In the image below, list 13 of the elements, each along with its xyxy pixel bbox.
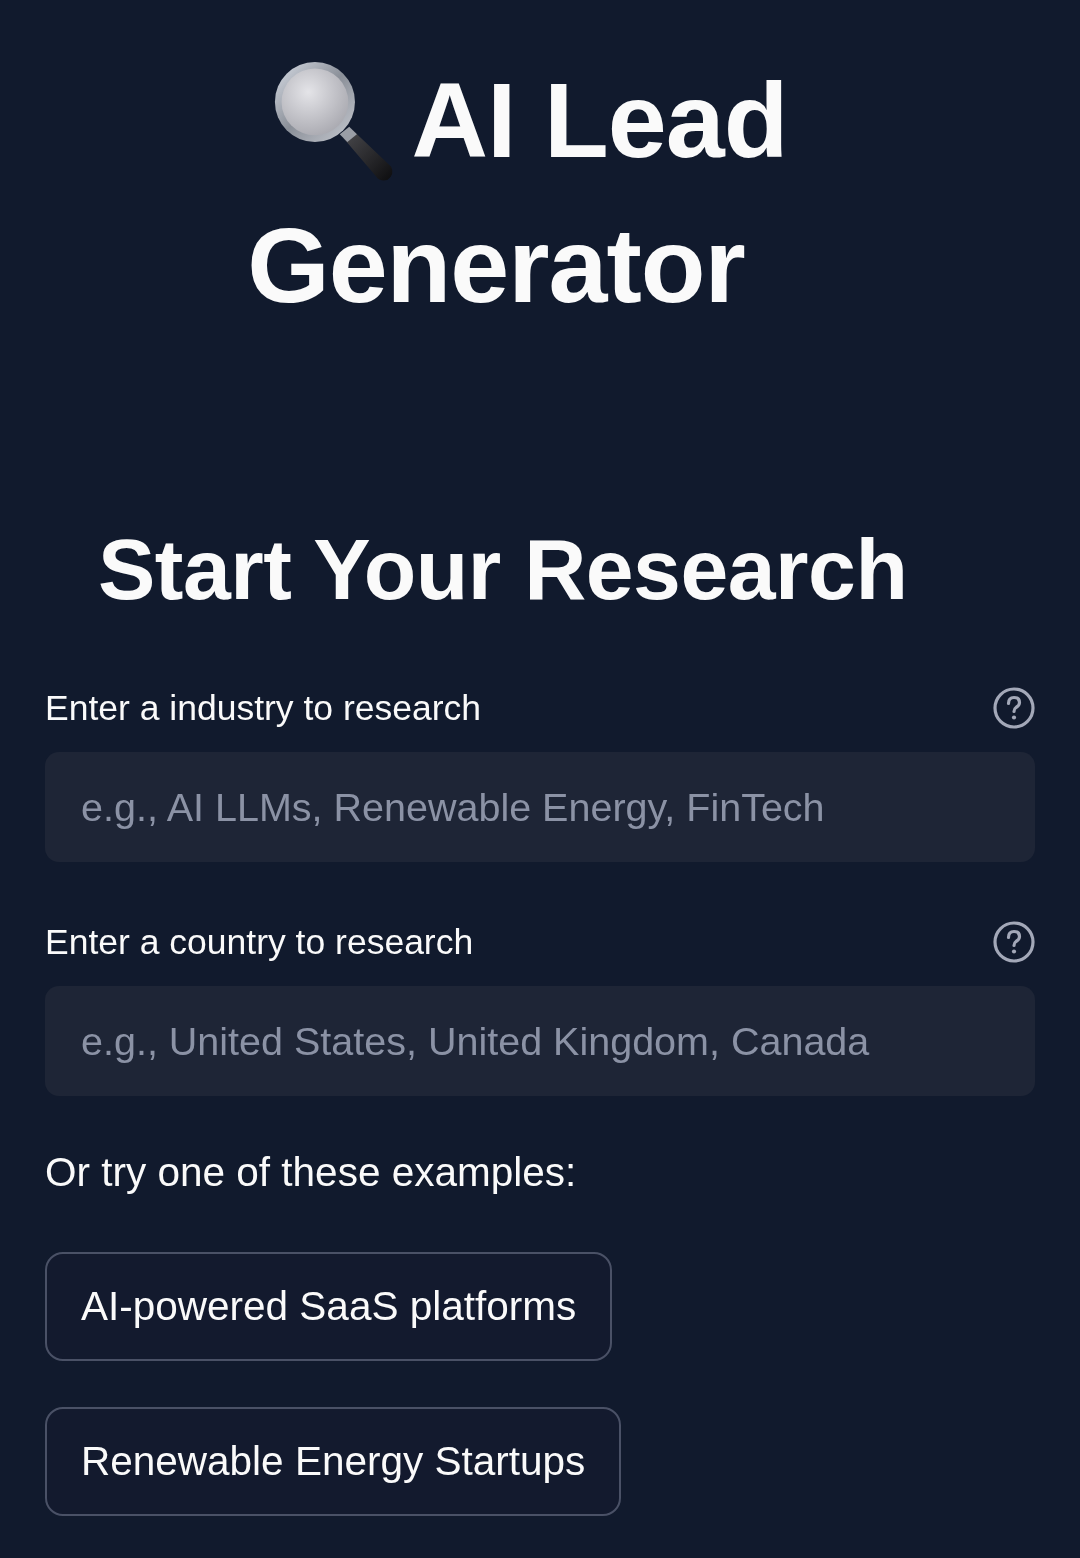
app-title: AI Lead	[411, 60, 788, 181]
app-title: Generator	[247, 205, 745, 326]
example-button[interactable]: Renewable Energy Startups	[45, 1406, 622, 1516]
field-label: Enter a country to research	[45, 920, 474, 964]
field-label: Enter a industry to research	[45, 686, 482, 730]
magnifying-glass-icon	[272, 59, 395, 182]
examples-prompt: Or try one of these examples:	[45, 1148, 577, 1198]
section-heading: Start Your Research	[98, 520, 908, 619]
text-input-field[interactable]: e.g., AI LLMs, Renewable Energy, FinTech	[45, 752, 1035, 863]
help-icon[interactable]	[993, 921, 1035, 964]
example-button[interactable]: AI-powered SaaS platforms	[45, 1251, 613, 1361]
help-icon[interactable]	[993, 687, 1035, 730]
text-input-field[interactable]: e.g., United States, United Kingdom, Canada	[45, 986, 1035, 1097]
